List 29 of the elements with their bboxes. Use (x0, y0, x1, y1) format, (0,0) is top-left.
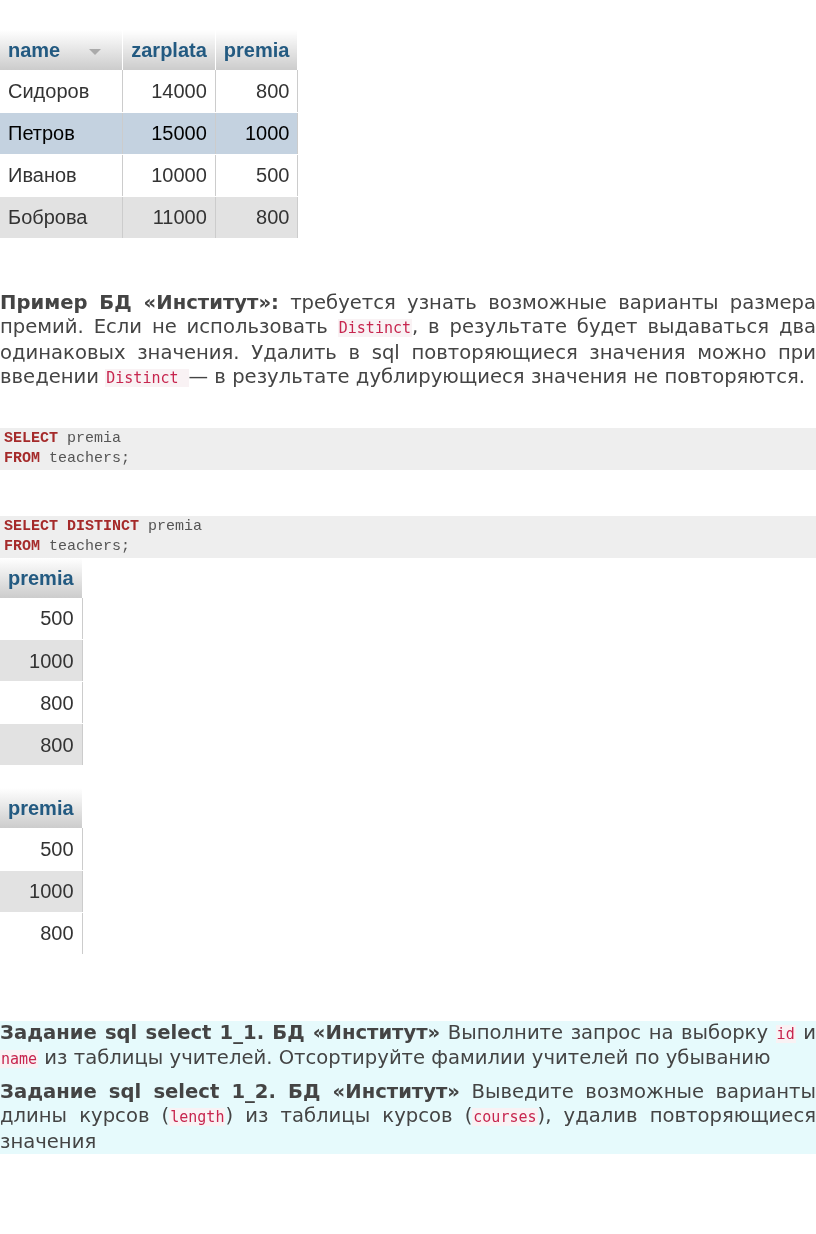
column-header[interactable]: premia (0, 788, 83, 828)
table-cell: 500 (215, 154, 298, 196)
table-cell: 1000 (0, 639, 83, 682)
table-cell: 1000 (0, 870, 83, 912)
table-cell: 800 (0, 681, 83, 724)
task-paragraph: Задание sql select 1_1. БД «Институт» Выполните запрос на выборку id и name из таблицы учителей. Отсортируйте фамилии учителей по убыванию (0, 1020, 816, 1071)
table-cell: 11000 (122, 196, 216, 238)
table-cell: 800 (215, 196, 298, 238)
table-cell: Иванов (0, 154, 123, 196)
task-paragraph: Задание sql select 1_2. БД «Институт» Выведите возможные варианты длины курсов (length) из таблицы курсов (courses), удалив повторяющиеся значения (0, 1079, 816, 1154)
code-block: SELECT DISTINCT premia FROM teachers; (0, 515, 816, 558)
column-header[interactable]: premia (0, 557, 83, 598)
table-cell: 500 (0, 597, 83, 640)
table-cell: 800 (0, 723, 83, 766)
table-cell: Петров (0, 112, 123, 154)
example-paragraph: Пример БД «Институт»: требуется узнать возможные варианты размера премий. Если не использовать Distinct, в результате будет выдаваться два одинаковых значения. Удалить в sql повторяющиеся значения можно при введении Distinct — в результате дублирующиеся значения не повторяются. (0, 290, 816, 390)
column-header[interactable]: zarplata (122, 30, 216, 70)
table-cell: 800 (0, 912, 83, 954)
table-cell: Сидоров (0, 70, 123, 112)
table-cell: 1000 (215, 112, 298, 154)
column-header[interactable]: name (0, 30, 123, 70)
table-cell: Боброва (0, 196, 123, 238)
table-cell: 500 (0, 828, 83, 870)
table-cell: 800 (215, 70, 298, 112)
table-cell: 10000 (122, 154, 216, 196)
code-block: SELECT premia FROM teachers; (0, 427, 816, 470)
table-cell: 14000 (122, 70, 216, 112)
table-cell: 15000 (122, 112, 216, 154)
column-header[interactable]: premia (215, 30, 298, 70)
